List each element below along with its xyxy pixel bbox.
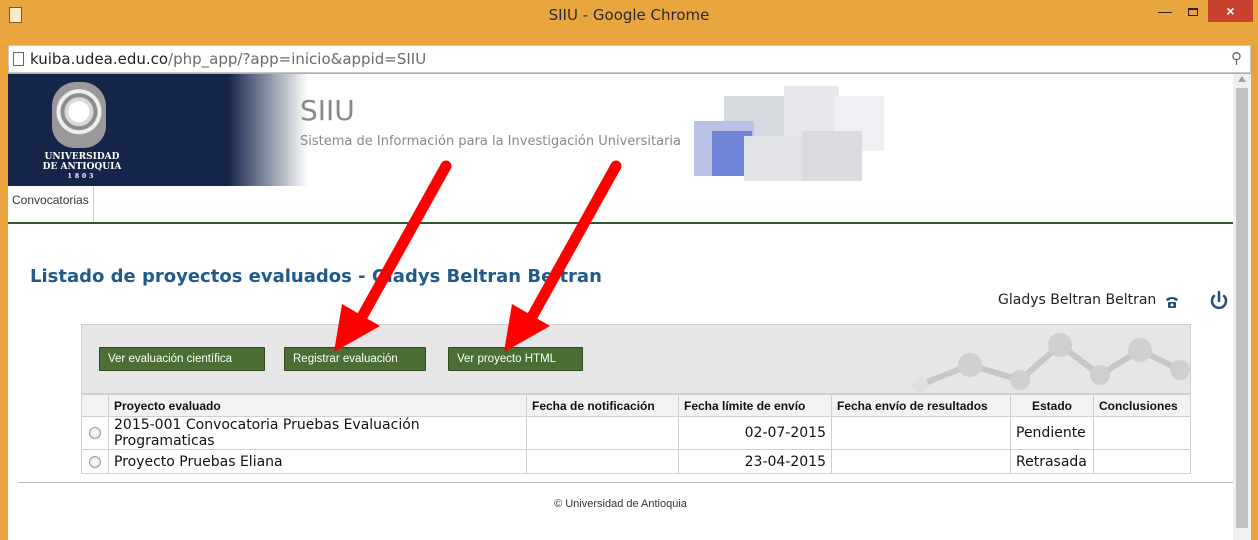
address-bar[interactable]: kuiba.udea.edu.co/php_app/?app=inicio&ap… [8, 45, 1251, 73]
table-header-row: Proyecto evaluado Fecha de notificación … [81, 394, 1191, 417]
registrar-evaluacion-button[interactable]: Registrar evaluación [284, 347, 426, 371]
scroll-up-icon[interactable] [1238, 76, 1246, 82]
app-name: SIIU [300, 94, 355, 127]
puzzle-image-icon [694, 86, 884, 181]
page-icon [13, 52, 24, 66]
row-select-cell[interactable] [81, 449, 109, 474]
cell-conclusiones [1093, 449, 1191, 474]
col-estado: Estado [1010, 394, 1094, 417]
phone-icon[interactable] [1164, 294, 1180, 310]
col-conclusiones: Conclusiones [1093, 394, 1191, 417]
url-path: /php_app/?app=inicio&appid=SIIU [168, 50, 427, 68]
row-radio-button[interactable] [89, 455, 101, 468]
cell-fecha-limite: 23-04-2015 [678, 449, 832, 474]
url-host: kuiba.udea.edu.co [30, 50, 169, 68]
vertical-scrollbar[interactable] [1233, 74, 1251, 540]
url-text[interactable]: kuiba.udea.edu.co/php_app/?app=inicio&ap… [30, 50, 426, 68]
molecule-decoration-icon [912, 333, 1190, 393]
ver-proyecto-html-button[interactable]: Ver proyecto HTML [448, 347, 583, 371]
cell-fecha-notificacion [526, 416, 679, 450]
cell-estado: Retrasada [1010, 449, 1094, 474]
cell-conclusiones [1093, 416, 1191, 450]
cell-fecha-envio [831, 416, 1011, 450]
top-menu: Convocatorias [8, 186, 1233, 224]
university-name-line1: UNIVERSIDAD [44, 152, 120, 162]
cell-proyecto: 2015-001 Convocatoria Pruebas Evaluación… [108, 416, 527, 450]
university-emblem-icon [52, 82, 106, 148]
user-name: Gladys Beltran Beltran [998, 292, 1157, 308]
scrollbar-thumb[interactable] [1236, 88, 1248, 528]
footer-divider [18, 482, 1233, 483]
university-name-line2: DE ANTIOQUIA [42, 162, 122, 172]
cell-fecha-limite: 02-07-2015 [678, 416, 832, 450]
footer-copyright: © Universidad de Antioquia [554, 498, 687, 510]
cell-fecha-notificacion [526, 449, 679, 474]
row-select-cell[interactable] [81, 416, 109, 450]
row-radio-button[interactable] [89, 427, 101, 439]
minimize-button[interactable]: — [1152, 0, 1178, 22]
evaluated-projects-table: Proyecto evaluado Fecha de notificación … [81, 394, 1191, 474]
col-select [81, 394, 109, 417]
table-row[interactable]: Proyecto Pruebas Eliana 23-04-2015 Retra… [81, 449, 1191, 474]
zoom-icon[interactable]: ⚲ [1231, 49, 1242, 67]
power-icon[interactable] [1208, 290, 1230, 312]
col-fecha-limite: Fecha límite de envío [678, 394, 832, 417]
maximize-button[interactable] [1180, 0, 1206, 22]
university-year: 1803 [67, 173, 97, 180]
ver-evaluacion-cientifica-button[interactable]: Ver evaluación científica [99, 347, 265, 371]
site-banner: UNIVERSIDAD DE ANTIOQUIA 1803 SIIU Siste… [8, 74, 898, 186]
table-row[interactable]: 2015-001 Convocatoria Pruebas Evaluación… [81, 416, 1191, 450]
close-button[interactable]: × [1208, 0, 1253, 22]
menu-item-convocatorias[interactable]: Convocatorias [8, 186, 94, 222]
cell-fecha-envio [831, 449, 1011, 474]
col-fecha-notificacion: Fecha de notificación [526, 394, 679, 417]
col-fecha-envio: Fecha envío de resultados [831, 394, 1011, 417]
window-titlebar: SIIU - Google Chrome — × [0, 0, 1258, 44]
col-proyecto: Proyecto evaluado [108, 394, 527, 417]
app-subtitle: Sistema de Información para la Investiga… [300, 134, 682, 149]
page-title: Listado de proyectos evaluados - Gladys … [30, 266, 602, 287]
university-name: UNIVERSIDAD DE ANTIOQUIA 1803 [12, 152, 152, 182]
page-viewport: UNIVERSIDAD DE ANTIOQUIA 1803 SIIU Siste… [8, 74, 1233, 540]
cell-proyecto: Proyecto Pruebas Eliana [108, 449, 527, 474]
cell-estado: Pendiente [1010, 416, 1094, 450]
window-title: SIIU - Google Chrome [548, 6, 710, 24]
